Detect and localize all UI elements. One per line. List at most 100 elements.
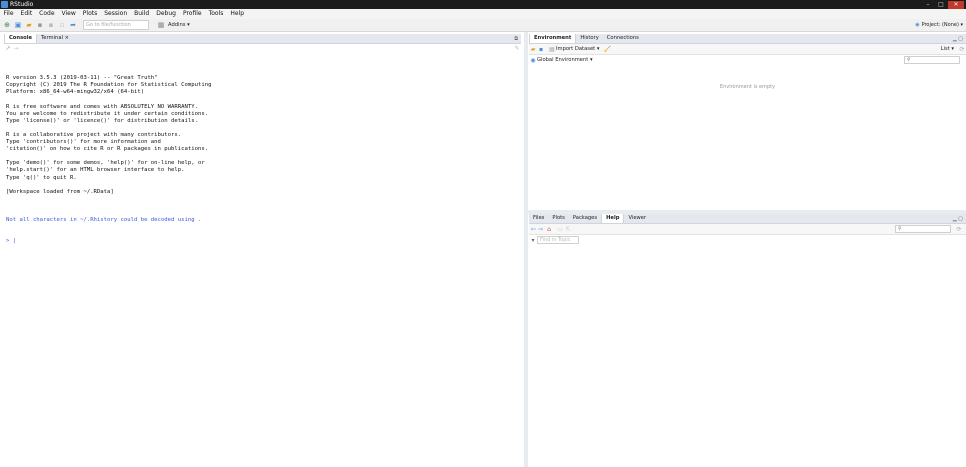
project-menu[interactable]: ◉ Project: (None) ▾ [915, 20, 963, 30]
project-label: Project: (None) ▾ [921, 22, 963, 28]
environment-pane-header: Environment History Connections ▁ ▢ [529, 34, 966, 44]
go-to-file-input[interactable]: Go to file/function [83, 20, 149, 30]
files-pane-header: Files Plots Packages Help Viewer ▁ ▢ [529, 214, 966, 224]
refresh-icon[interactable]: ⟳ [955, 226, 963, 233]
tab-packages[interactable]: Packages [569, 214, 601, 223]
home-icon[interactable]: ⌂ [545, 226, 553, 233]
menu-file[interactable]: File [0, 9, 17, 19]
minimize-maximize-pane-icon[interactable]: ▁ ▢ [953, 216, 963, 222]
window-title: RStudio [10, 1, 34, 8]
console-line: Type 'q()' to quit R. [6, 174, 77, 181]
menu-view[interactable]: View [58, 9, 79, 19]
maximize-button[interactable]: □ [935, 1, 947, 9]
title-bar: RStudio – □ ✕ [0, 0, 966, 9]
console-line: [Workspace loaded from ~/.RData] [6, 188, 114, 195]
broom-icon[interactable]: 🧹 [603, 46, 611, 53]
project-icon: ◉ [915, 22, 920, 28]
chevron-down-icon[interactable]: ▾ [529, 237, 537, 244]
tab-environment[interactable]: Environment [529, 34, 577, 43]
save-workspace-icon[interactable]: ▪ [537, 46, 545, 53]
print-icon[interactable]: ▫ [58, 21, 66, 29]
console-output[interactable]: R version 3.5.3 (2019-03-11) -- "Great T… [6, 61, 518, 253]
menu-debug[interactable]: Debug [153, 9, 180, 19]
go-to-arrow-icon: ➦ [70, 21, 76, 29]
menu-tools[interactable]: Tools [205, 9, 227, 19]
console-line: You are welcome to redistribute it under… [6, 110, 209, 117]
global-environment-dropdown[interactable]: Global Environment ▾ [537, 57, 593, 63]
menu-help[interactable]: Help [227, 9, 248, 19]
environment-toolbar: ▰ ▪ ▤ Import Dataset ▾ 🧹 List ▾ ⟳ [529, 44, 966, 55]
save-icon[interactable]: ▪ [36, 21, 44, 29]
find-in-topic-bar: ▾ Find in Topic [529, 235, 966, 245]
back-arrow-icon[interactable]: ⇦ [529, 226, 537, 233]
console-lines: R version 3.5.3 (2019-03-11) -- "Great T… [6, 75, 518, 203]
tab-history[interactable]: History [576, 34, 602, 43]
import-dataset-icon: ▤ [549, 45, 555, 53]
search-icon: ⚲ [907, 57, 911, 63]
new-project-icon[interactable]: ▣ [14, 21, 22, 29]
r-environment-icon: ◉ [530, 56, 536, 64]
load-workspace-icon[interactable]: ▰ [529, 46, 537, 53]
console-line: 'help.start()' for an HTML browser inter… [6, 167, 185, 174]
list-view-toggle[interactable]: List ▾ [941, 46, 954, 52]
menu-bar: File Edit Code View Plots Session Build … [0, 9, 966, 19]
tab-terminal[interactable]: Terminal × [37, 34, 73, 43]
environment-search-input[interactable]: ⚲ [904, 56, 960, 64]
help-search-input[interactable]: ⚲ [895, 225, 951, 233]
tab-console[interactable]: Console [4, 34, 38, 43]
console-subbar: ↗ ⇢ ✎ [4, 44, 521, 52]
console-line: R version 3.5.3 (2019-03-11) -- "Great T… [6, 75, 158, 82]
menu-edit[interactable]: Edit [17, 9, 36, 19]
tab-files[interactable]: Files [529, 214, 548, 223]
rstudio-logo-icon [1, 1, 8, 8]
main-toolbar: ⊕ ▣ ▰ ▪ ▪ ▫ ➦ Go to file/function ▦ Addi… [0, 19, 966, 32]
console-line: Type 'demo()' for some demos, 'help()' f… [6, 160, 205, 167]
forward-arrow-icon[interactable]: ⇨ [537, 226, 545, 233]
tab-help[interactable]: Help [601, 214, 625, 223]
console-line: Copyright (C) 2019 The R Foundation for … [6, 82, 212, 89]
minimize-maximize-pane-icon[interactable]: ▁ ▢ [953, 36, 963, 42]
new-file-icon[interactable]: ⊕ [3, 21, 11, 29]
refresh-icon[interactable]: ⟳ [958, 46, 966, 53]
menu-plots[interactable]: Plots [79, 9, 100, 19]
go-to-dir-icon[interactable]: ⇢ [12, 45, 20, 52]
save-all-icon[interactable]: ▪ [47, 21, 55, 29]
workspace-panes-icon[interactable]: ▦ [157, 21, 165, 29]
tab-connections[interactable]: Connections [603, 34, 643, 43]
tab-viewer[interactable]: Viewer [624, 214, 650, 223]
menu-code[interactable]: Code [36, 9, 58, 19]
open-file-icon[interactable]: ▰ [25, 21, 33, 29]
console-warning: Not all characters in ~/.Rhistory could … [6, 217, 202, 224]
console-line: R is a collaborative project with many c… [6, 131, 182, 138]
console-line: Type 'license()' or 'licence()' for dist… [6, 117, 198, 124]
import-dataset-button[interactable]: Import Dataset ▾ [556, 46, 599, 52]
working-dir-icon: ↗ [5, 44, 11, 52]
menu-build[interactable]: Build [131, 9, 153, 19]
tab-plots[interactable]: Plots [548, 214, 568, 223]
vertical-splitter[interactable] [524, 32, 528, 467]
window-controls: – □ ✕ [921, 0, 964, 9]
menu-profile[interactable]: Profile [179, 9, 205, 19]
console-prompt[interactable]: > | [6, 238, 518, 245]
console-line: R is free software and comes with ABSOLU… [6, 103, 198, 110]
console-line: Platform: x86_64-w64-mingw32/x64 (64-bit… [6, 89, 145, 96]
console-line: Type 'contributors()' for more informati… [6, 139, 161, 146]
menu-session[interactable]: Session [101, 9, 131, 19]
minimize-button[interactable]: – [922, 1, 934, 9]
close-button[interactable]: ✕ [948, 0, 964, 9]
environment-empty-message: Environment is empty [719, 84, 776, 90]
console-pane-header: Console Terminal × ⧉ [4, 34, 521, 44]
console-line: 'citation()' on how to cite R or R packa… [6, 146, 209, 153]
environment-scope-bar: ◉ Global Environment ▾ ⚲ [529, 55, 966, 65]
open-external-icon[interactable]: ⇱ [564, 226, 572, 233]
addins-menu[interactable]: Addins ▾ [168, 22, 190, 28]
print-icon[interactable]: ▭ [556, 226, 564, 233]
clear-console-icon[interactable]: ✎ [513, 45, 521, 52]
maximize-pane-icon[interactable]: ⧉ [514, 36, 518, 42]
find-in-topic-input[interactable]: Find in Topic [537, 236, 579, 244]
